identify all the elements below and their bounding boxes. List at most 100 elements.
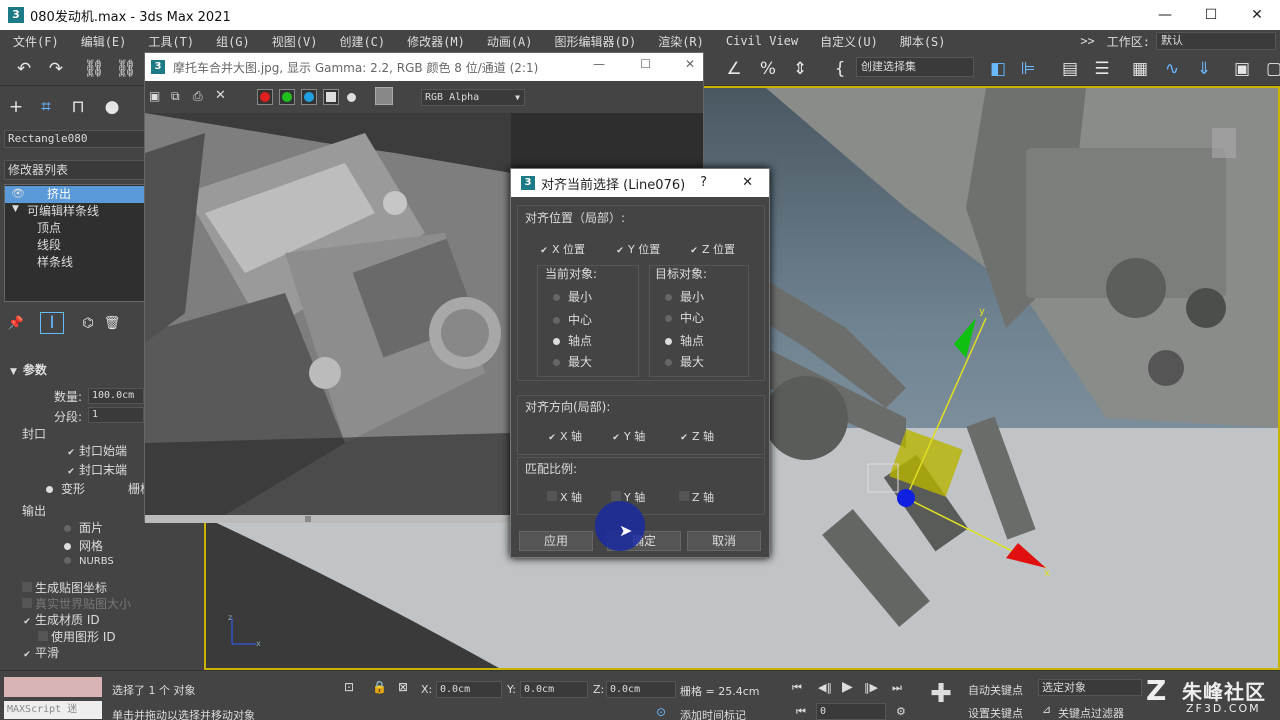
segments-spinner[interactable]: 1 — [88, 407, 144, 423]
auto-key-button[interactable]: 自动关键点 — [968, 682, 1023, 698]
redo-icon[interactable]: ↷ — [44, 58, 68, 80]
dope-sheet-icon[interactable]: ⇓ — [1192, 58, 1216, 80]
pin-stack-icon[interactable]: 📌 — [4, 312, 28, 334]
motion-tab-icon[interactable]: ● — [100, 96, 124, 118]
unlink-icon[interactable]: ⛓ — [114, 58, 138, 80]
menu-graph-editors[interactable]: 图形编辑器(D) — [555, 33, 637, 50]
spinner-snap-icon[interactable]: ⇕ — [788, 58, 812, 80]
stack-item-segment[interactable]: 线段 — [5, 237, 145, 254]
key-filters-button[interactable]: 关键点过滤器 — [1058, 705, 1124, 720]
remove-modifier-icon[interactable]: 🗑 — [100, 312, 124, 334]
percent-snap-icon[interactable]: % — [756, 58, 780, 80]
horizontal-scrollbar[interactable] — [145, 515, 511, 523]
align-icon[interactable]: ⊫ — [1016, 58, 1040, 80]
minimize-button[interactable]: — — [1142, 0, 1188, 30]
add-time-tag[interactable]: 添加时间标记 — [680, 707, 746, 720]
goto-start-icon[interactable]: ⏮ — [792, 681, 802, 695]
stack-item-spline[interactable]: 样条线 — [5, 254, 145, 271]
help-button[interactable]: ? — [700, 175, 707, 190]
current-pivot-radio[interactable]: 轴点 — [553, 332, 592, 349]
clone-icon[interactable]: ⧉ — [171, 89, 180, 104]
apply-button[interactable]: 应用 — [519, 531, 593, 551]
y-position-checkbox[interactable]: ✔ Y 位置 — [615, 241, 660, 257]
absolute-mode-icon[interactable]: ⊠ — [398, 680, 408, 694]
real-world-map-checkbox[interactable]: 真实世界贴图大小 — [22, 595, 131, 612]
dialog-close-button[interactable]: ✕ — [742, 175, 753, 190]
swatch-icon[interactable] — [375, 87, 393, 105]
workspace-dropdown[interactable]: 默认 — [1156, 32, 1276, 50]
menu-create[interactable]: 创建(C) — [339, 33, 385, 50]
gizmo-z-handle[interactable] — [897, 489, 915, 507]
patch-radio[interactable]: 面片 — [64, 519, 103, 536]
menu-rendering[interactable]: 渲染(R) — [658, 33, 704, 50]
scale-z-checkbox[interactable]: Z 轴 — [679, 489, 714, 505]
show-end-result-icon[interactable]: I — [40, 312, 64, 334]
params-rollout[interactable]: ▼ 参数 — [10, 361, 47, 378]
modifier-list-dropdown[interactable]: 修改器列表 — [4, 160, 146, 180]
save-image-icon[interactable]: ▣ — [149, 89, 160, 103]
mesh-radio[interactable]: 网格 — [64, 537, 103, 554]
target-max-radio[interactable]: 最大 — [665, 353, 704, 370]
orient-z-checkbox[interactable]: ✔ Z 轴 — [679, 428, 714, 444]
undo-icon[interactable]: ↶ — [12, 58, 36, 80]
target-min-radio[interactable]: 最小 — [665, 288, 704, 305]
stack-item-editable-spline[interactable]: 可编辑样条线 — [5, 203, 145, 220]
gen-map-coords-checkbox[interactable]: 生成贴图坐标 — [22, 579, 107, 596]
nurbs-radio[interactable]: NURBS — [64, 556, 114, 567]
orient-x-checkbox[interactable]: ✔ X 轴 — [547, 428, 582, 444]
x-position-checkbox[interactable]: ✔ X 位置 — [539, 241, 585, 257]
scroll-thumb[interactable] — [305, 516, 311, 522]
red-channel-button[interactable] — [257, 89, 273, 105]
more-menus-icon[interactable]: >> — [1080, 34, 1094, 48]
x-coord-field[interactable]: 0.0cm — [436, 681, 502, 698]
gizmo-y-arrow[interactable] — [954, 318, 976, 358]
z-coord-field[interactable]: 0.0cm — [606, 681, 676, 698]
menu-edit[interactable]: 编辑(E) — [81, 33, 127, 50]
smooth-checkbox[interactable]: ✔ 平滑 — [22, 644, 59, 661]
menu-customize[interactable]: 自定义(U) — [820, 33, 878, 50]
clear-icon[interactable]: ✕ — [215, 88, 226, 103]
menu-file[interactable]: 文件(F) — [13, 33, 59, 50]
hierarchy-tab-icon[interactable]: ⊓ — [66, 96, 90, 118]
current-frame-field[interactable]: 0 — [816, 703, 886, 720]
key-filter-icon[interactable]: ⊿ — [1042, 703, 1051, 716]
viewer-maximize-button[interactable]: ☐ — [640, 57, 651, 71]
isolate-icon[interactable]: ⊡ — [344, 680, 354, 694]
layer-explorer-icon[interactable]: ☰ — [1090, 58, 1114, 80]
green-channel-button[interactable] — [279, 89, 295, 105]
make-unique-icon[interactable]: ⌬ — [76, 312, 100, 334]
menu-modifiers[interactable]: 修改器(M) — [407, 33, 465, 50]
render-frame-icon[interactable]: ▢ — [1262, 58, 1280, 80]
viewer-close-button[interactable]: ✕ — [685, 57, 695, 71]
menu-scripting[interactable]: 脚本(S) — [900, 33, 946, 50]
viewer-minimize-button[interactable]: — — [593, 57, 605, 71]
goto-end-icon[interactable]: ⏭ — [892, 681, 902, 695]
menu-group[interactable]: 组(G) — [216, 33, 250, 50]
lock-icon[interactable]: 🔒 — [372, 680, 387, 694]
viewcube[interactable] — [1212, 128, 1236, 158]
link-icon[interactable]: ⛓ — [82, 58, 106, 80]
z-position-checkbox[interactable]: ✔ Z 位置 — [689, 241, 735, 257]
blue-channel-button[interactable] — [301, 89, 317, 105]
play-icon[interactable]: ▶ — [842, 679, 853, 695]
render-setup-icon[interactable]: ▣ — [1230, 58, 1254, 80]
angle-snap-icon[interactable]: ∠ — [722, 58, 746, 80]
gen-mat-id-checkbox[interactable]: ✔ 生成材质 ID — [22, 611, 99, 628]
create-tab-icon[interactable]: + — [4, 96, 28, 118]
next-frame-icon[interactable]: ‖▶ — [864, 681, 878, 694]
maximize-button[interactable]: ☐ — [1188, 0, 1234, 30]
key-mode-icon[interactable]: ⏮ — [796, 705, 806, 719]
orient-y-checkbox[interactable]: ✔ Y 轴 — [611, 428, 645, 444]
modify-tab-icon[interactable]: ⌗ — [34, 96, 58, 118]
object-name-field[interactable]: Rectangle080 — [4, 130, 146, 148]
curve-editor-icon[interactable]: ∿ — [1160, 58, 1184, 80]
expand-icon[interactable]: ▼ — [12, 204, 19, 214]
eye-icon[interactable]: 👁 — [11, 187, 25, 200]
stack-item-extrude[interactable]: 挤出 — [5, 186, 145, 203]
maxscript-mini-listener[interactable]: MAXScript 迷 — [4, 701, 102, 719]
menu-views[interactable]: 视图(V) — [272, 33, 318, 50]
named-selection-set-dropdown[interactable]: 创建选择集 — [856, 57, 974, 77]
set-key-button[interactable]: 设置关键点 — [968, 705, 1023, 720]
channel-dropdown[interactable]: RGB Alpha ▼ — [421, 89, 525, 106]
ribbon-icon[interactable]: ▦ — [1128, 58, 1152, 80]
